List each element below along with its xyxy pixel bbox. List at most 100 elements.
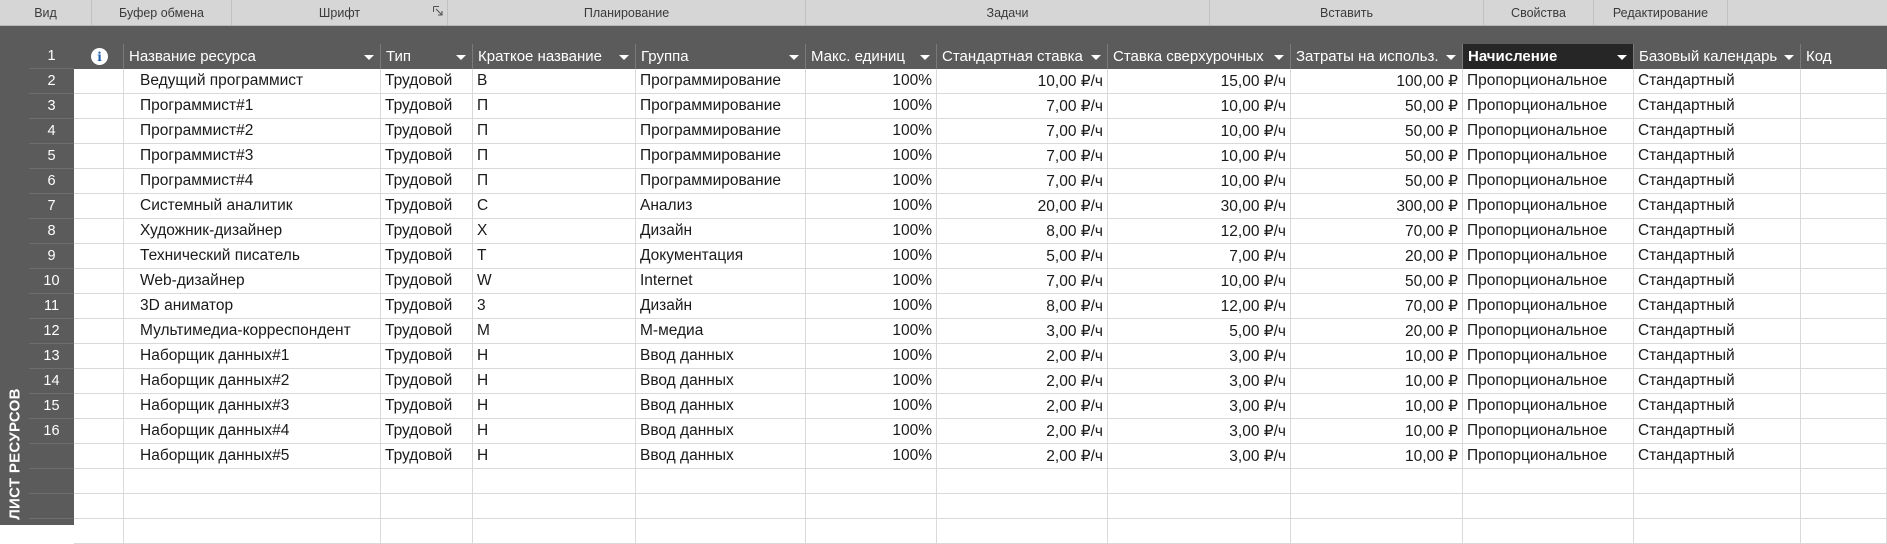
table-row[interactable] xyxy=(74,469,1887,494)
ribbon-group-view[interactable]: Вид xyxy=(0,0,92,25)
cell-type[interactable]: Трудовой xyxy=(381,294,473,319)
cell-std-rate[interactable]: 7,00 ₽/ч xyxy=(937,94,1108,119)
table-row[interactable]: Программист#3 Трудовой П Программирование 10… xyxy=(74,144,1887,169)
cell-group[interactable]: Ввод данных xyxy=(636,394,806,419)
table-row[interactable]: Технический писатель Трудовой Т Документаци… xyxy=(74,244,1887,269)
cell-group[interactable]: Документация xyxy=(636,244,806,269)
row-number[interactable]: 1 xyxy=(29,44,74,69)
header-base-calendar[interactable]: Базовый календарь xyxy=(1634,44,1801,69)
filter-arrow-icon[interactable] xyxy=(619,55,629,60)
cell-initials[interactable] xyxy=(473,494,636,519)
cell-resource-name[interactable]: Мультимедиа-корреспондент xyxy=(124,319,381,344)
cell-base-calendar[interactable]: Стандартный xyxy=(1634,69,1801,94)
cell-indicator[interactable] xyxy=(74,69,124,94)
row-number[interactable]: 7 xyxy=(29,194,74,219)
dialog-launcher-icon[interactable] xyxy=(433,6,443,16)
cell-max-units[interactable]: 100% xyxy=(806,94,937,119)
cell-std-rate[interactable]: 5,00 ₽/ч xyxy=(937,244,1108,269)
cell-group[interactable]: Ввод данных xyxy=(636,369,806,394)
filter-arrow-icon[interactable] xyxy=(920,55,930,60)
cell-accrue-at[interactable]: Пропорциональное xyxy=(1463,169,1634,194)
cell-ovt-rate[interactable] xyxy=(1108,469,1291,494)
cell-base-calendar[interactable] xyxy=(1634,469,1801,494)
filter-arrow-icon[interactable] xyxy=(364,55,374,60)
cell-max-units[interactable]: 100% xyxy=(806,119,937,144)
cell-indicator[interactable] xyxy=(74,494,124,519)
cell-max-units[interactable]: 100% xyxy=(806,444,937,469)
row-number[interactable]: 2 xyxy=(29,69,74,94)
row-number[interactable]: 14 xyxy=(29,369,74,394)
cell-group[interactable]: Ввод данных xyxy=(636,444,806,469)
cell-std-rate[interactable]: 7,00 ₽/ч xyxy=(937,119,1108,144)
cell-accrue-at[interactable]: Пропорциональное xyxy=(1463,369,1634,394)
cell-code[interactable] xyxy=(1801,519,1887,544)
cell-initials[interactable] xyxy=(473,469,636,494)
cell-initials[interactable]: Н xyxy=(473,419,636,444)
cell-cost-per-use[interactable]: 300,00 ₽ xyxy=(1291,194,1463,219)
cell-ovt-rate[interactable]: 10,00 ₽/ч xyxy=(1108,94,1291,119)
cell-indicator[interactable] xyxy=(74,119,124,144)
cell-max-units[interactable] xyxy=(806,469,937,494)
cell-code[interactable] xyxy=(1801,494,1887,519)
table-row[interactable]: Наборщик данных#5 Трудовой Н Ввод данных 100… xyxy=(74,444,1887,469)
cell-cost-per-use[interactable]: 50,00 ₽ xyxy=(1291,144,1463,169)
cell-type[interactable]: Трудовой xyxy=(381,169,473,194)
filter-arrow-icon[interactable] xyxy=(1617,55,1627,60)
cell-type[interactable] xyxy=(381,469,473,494)
cell-group[interactable] xyxy=(636,494,806,519)
cell-accrue-at[interactable] xyxy=(1463,519,1634,544)
cell-ovt-rate[interactable]: 3,00 ₽/ч xyxy=(1108,419,1291,444)
ribbon-group-schedule[interactable]: Планирование xyxy=(448,0,806,25)
cell-type[interactable]: Трудовой xyxy=(381,94,473,119)
cell-initials[interactable]: М xyxy=(473,319,636,344)
header-indicators[interactable]: i xyxy=(74,44,124,69)
cell-type[interactable] xyxy=(381,494,473,519)
cell-cost-per-use[interactable]: 10,00 ₽ xyxy=(1291,344,1463,369)
cell-base-calendar[interactable]: Стандартный xyxy=(1634,319,1801,344)
cell-accrue-at[interactable]: Пропорциональное xyxy=(1463,219,1634,244)
ribbon-group-font[interactable]: Шрифт xyxy=(232,0,448,25)
cell-initials[interactable]: 3 xyxy=(473,294,636,319)
table-row[interactable]: Наборщик данных#3 Трудовой Н Ввод данных 100… xyxy=(74,394,1887,419)
cell-code[interactable] xyxy=(1801,469,1887,494)
cell-ovt-rate[interactable]: 12,00 ₽/ч xyxy=(1108,294,1291,319)
cell-base-calendar[interactable]: Стандартный xyxy=(1634,219,1801,244)
cell-max-units[interactable]: 100% xyxy=(806,369,937,394)
cell-base-calendar[interactable]: Стандартный xyxy=(1634,344,1801,369)
cell-std-rate[interactable]: 3,00 ₽/ч xyxy=(937,319,1108,344)
cell-group[interactable]: Программирование xyxy=(636,119,806,144)
table-row[interactable]: Программист#1 Трудовой П Программирование 10… xyxy=(74,94,1887,119)
cell-code[interactable] xyxy=(1801,219,1887,244)
cell-group[interactable]: Дизайн xyxy=(636,219,806,244)
cell-type[interactable]: Трудовой xyxy=(381,144,473,169)
cell-max-units[interactable]: 100% xyxy=(806,419,937,444)
cell-resource-name[interactable]: Web-дизайнер xyxy=(124,269,381,294)
table-row[interactable]: 3D аниматор Трудовой 3 Дизайн 100% 8,00 ₽/ч 12… xyxy=(74,294,1887,319)
cell-max-units[interactable]: 100% xyxy=(806,244,937,269)
cell-code[interactable] xyxy=(1801,369,1887,394)
row-number[interactable]: 10 xyxy=(29,269,74,294)
cell-cost-per-use[interactable] xyxy=(1291,469,1463,494)
cell-type[interactable]: Трудовой xyxy=(381,219,473,244)
cell-type[interactable]: Трудовой xyxy=(381,344,473,369)
cell-cost-per-use[interactable]: 100,00 ₽ xyxy=(1291,69,1463,94)
cell-indicator[interactable] xyxy=(74,369,124,394)
cell-max-units[interactable]: 100% xyxy=(806,194,937,219)
header-max-units[interactable]: Макс. единиц xyxy=(806,44,937,69)
filter-arrow-icon[interactable] xyxy=(1446,55,1456,60)
cell-max-units[interactable] xyxy=(806,519,937,544)
ribbon-group-clipboard[interactable]: Буфер обмена xyxy=(92,0,232,25)
row-number[interactable] xyxy=(29,444,74,469)
cell-group[interactable] xyxy=(636,469,806,494)
cell-group[interactable]: Программирование xyxy=(636,94,806,119)
cell-ovt-rate[interactable]: 10,00 ₽/ч xyxy=(1108,119,1291,144)
filter-arrow-icon[interactable] xyxy=(1274,55,1284,60)
row-number[interactable]: 3 xyxy=(29,94,74,119)
ribbon-group-insert[interactable]: Вставить xyxy=(1210,0,1484,25)
row-number[interactable] xyxy=(29,469,74,494)
cell-std-rate[interactable]: 2,00 ₽/ч xyxy=(937,394,1108,419)
cell-std-rate[interactable]: 7,00 ₽/ч xyxy=(937,144,1108,169)
cell-code[interactable] xyxy=(1801,169,1887,194)
row-number[interactable]: 8 xyxy=(29,219,74,244)
cell-type[interactable]: Трудовой xyxy=(381,319,473,344)
